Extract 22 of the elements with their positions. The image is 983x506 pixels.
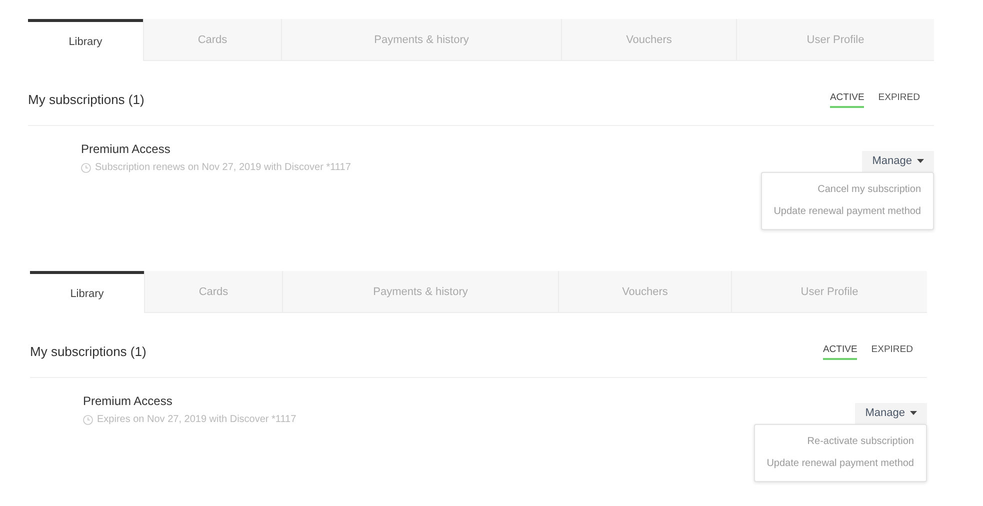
filter-tab[interactable]: ACTIVE [830,90,864,108]
renewal-info: Subscription renews on Nov 27, 2019 with Discover *1117 [95,162,351,173]
renewal-info: Expires on Nov 27, 2019 with Discover *1117 [97,414,296,425]
subscription-name: Premium Access [83,393,174,409]
menu-item[interactable]: Cancel my subscription [806,179,933,201]
filter-tab[interactable]: ACTIVE [822,342,858,360]
subscription-name: Premium Access [81,141,172,157]
menu-item[interactable]: Update renewal payment method [754,453,926,475]
clock-icon [83,414,93,424]
caret-icon [917,159,924,163]
clock-icon [81,162,91,172]
filter-tab[interactable]: EXPIRED [878,90,920,108]
menu-item[interactable]: Re-activate subscription [795,431,926,453]
menu-item[interactable]: Update renewal payment method [762,201,933,223]
tab[interactable]: Library [30,271,144,313]
section-title: My subscriptions (1) [28,92,144,106]
caret-icon [910,411,917,415]
section-title: My subscriptions (1) [30,344,146,358]
filter-tab[interactable]: EXPIRED [871,342,913,360]
tab[interactable]: Library [28,19,143,61]
manage-button[interactable]: Manage [862,151,934,172]
manage-button[interactable]: Manage [855,403,927,424]
